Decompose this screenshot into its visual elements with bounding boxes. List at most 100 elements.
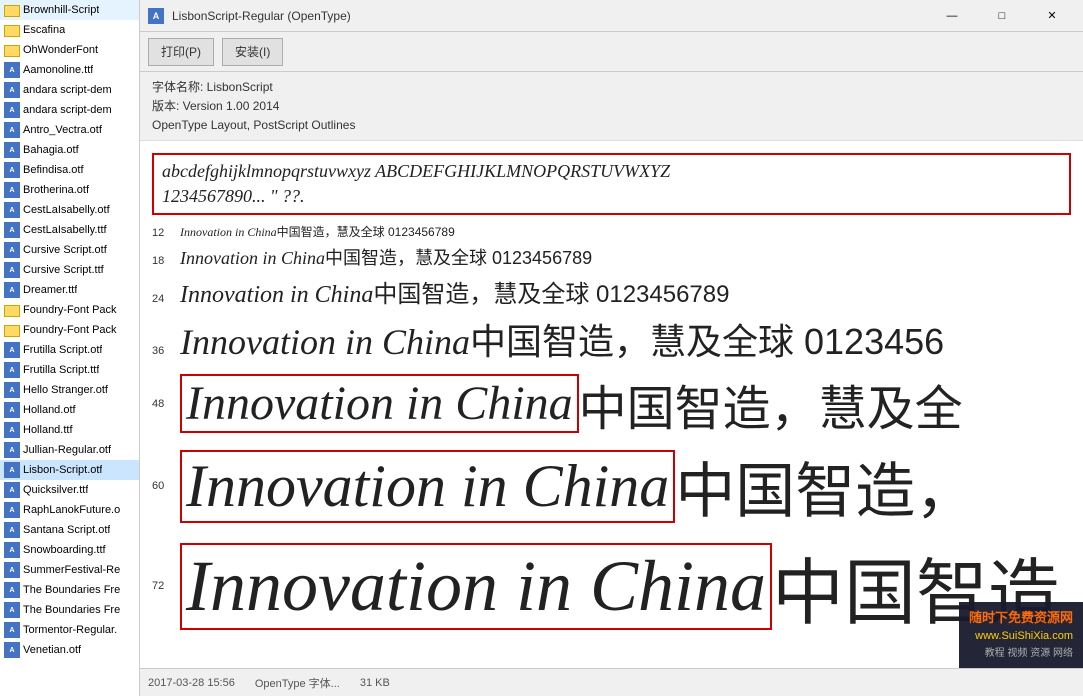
file-name: Santana Script.otf — [23, 524, 110, 536]
file-item[interactable]: AJullian-Regular.otf — [0, 440, 139, 460]
file-name: CestLaIsabelly.ttf — [23, 224, 107, 236]
otf-icon: A — [4, 602, 20, 618]
file-item[interactable]: ACestLaIsabelly.ttf — [0, 220, 139, 240]
preview-row-36: 36 Innovation in China 中国智造，慧及全球 0123456 — [140, 311, 1083, 367]
size-label-36: 36 — [152, 345, 180, 357]
file-name: Holland.otf — [23, 404, 76, 416]
file-item[interactable]: OhWonderFont — [0, 40, 139, 60]
file-item[interactable]: ACestLaIsabelly.otf — [0, 200, 139, 220]
preview-text-36: Innovation in China — [180, 321, 470, 363]
file-item[interactable]: ALisbon-Script.otf — [0, 460, 139, 480]
file-item[interactable]: Brownhill-Script — [0, 0, 139, 20]
otf-icon: A — [4, 522, 20, 538]
otf-icon: A — [4, 342, 20, 358]
file-item[interactable]: AThe Boundaries Fre — [0, 580, 139, 600]
ttf-icon: A — [4, 62, 20, 78]
file-item[interactable]: ACursive Script.ttf — [0, 260, 139, 280]
file-name: Holland.ttf — [23, 424, 73, 436]
minimize-button[interactable]: — — [929, 6, 975, 26]
otf-icon: A — [4, 462, 20, 478]
preview-row-48: 48 Innovation in China 中国智造，慧及全 — [140, 367, 1083, 441]
bottom-bar: 2017-03-28 15:56 OpenType 字体... 31 KB — [140, 668, 1083, 696]
file-item[interactable]: ARaphLanokFuture.o — [0, 500, 139, 520]
file-item[interactable]: Aandara script-dem — [0, 80, 139, 100]
file-item[interactable]: ABrotherina.otf — [0, 180, 139, 200]
title-bar: A LisbonScript-Regular (OpenType) — □ ✕ — [140, 0, 1083, 32]
otf-icon: A — [4, 142, 20, 158]
preview-text-72: Innovation in China — [186, 546, 766, 626]
preview-text-18: Innovation in China — [180, 248, 325, 269]
preview-text-24: Innovation in China — [180, 282, 373, 309]
file-item[interactable]: AHolland.otf — [0, 400, 139, 420]
font-type: OpenType Layout, PostScript Outlines — [152, 116, 1071, 135]
file-name: Antro_Vectra.otf — [23, 124, 102, 136]
file-item[interactable]: ATormentor-Regular. — [0, 620, 139, 640]
file-item[interactable]: AFrutilla Script.ttf — [0, 360, 139, 380]
file-item[interactable]: ASantana Script.otf — [0, 520, 139, 540]
print-button[interactable]: 打印(P) — [148, 38, 214, 66]
file-name: Tormentor-Regular. — [23, 624, 117, 636]
file-item[interactable]: ABahagia.otf — [0, 140, 139, 160]
otf-icon: A — [4, 502, 20, 518]
sample-preview-box: abcdefghijklmnopqrstuvwxyz ABCDEFGHIJKLM… — [152, 153, 1071, 215]
right-panel: A LisbonScript-Regular (OpenType) — □ ✕ … — [140, 0, 1083, 696]
preview-cn-48: 中国智造，慧及全 — [579, 369, 963, 439]
folder-icon — [4, 25, 20, 37]
otf-icon: A — [4, 402, 20, 418]
file-name: Quicksilver.ttf — [23, 484, 88, 496]
close-button[interactable]: ✕ — [1029, 6, 1075, 26]
preview-row-24: 24 Innovation in China 中国智造，慧及全球 0123456… — [140, 272, 1083, 311]
file-list[interactable]: Brownhill-ScriptEscafinaOhWonderFontAAam… — [0, 0, 140, 696]
folder-icon — [4, 325, 20, 337]
font-info: 字体名称: LisbonScript 版本: Version 1.00 2014… — [140, 72, 1083, 141]
file-name: The Boundaries Fre — [23, 584, 120, 596]
file-item[interactable]: Aandara script-dem — [0, 100, 139, 120]
file-name: RaphLanokFuture.o — [23, 504, 120, 516]
file-item[interactable]: AAamonoline.ttf — [0, 60, 139, 80]
preview-row-12: 12 Innovation in China 中国智造，慧及全球 0123456… — [140, 221, 1083, 242]
file-item[interactable]: ABefindisa.otf — [0, 160, 139, 180]
otf-icon: A — [4, 642, 20, 658]
file-item[interactable]: Escafina — [0, 20, 139, 40]
file-name: Bahagia.otf — [23, 144, 79, 156]
file-item[interactable]: AThe Boundaries Fre — [0, 600, 139, 620]
file-name: Foundry-Font Pack — [23, 324, 117, 336]
otf-icon: A — [4, 162, 20, 178]
folder-icon — [4, 5, 20, 17]
preview-box-72: Innovation in China — [180, 543, 772, 630]
font-name: 字体名称: LisbonScript — [152, 78, 1071, 97]
ttf-icon: A — [4, 262, 20, 278]
install-button[interactable]: 安装(I) — [222, 38, 283, 66]
sample-text-line1: abcdefghijklmnopqrstuvwxyz ABCDEFGHIJKLM… — [162, 159, 1061, 184]
file-item[interactable]: ADreamer.ttf — [0, 280, 139, 300]
file-name: Snowboarding.ttf — [23, 544, 106, 556]
file-item[interactable]: AHello Stranger.otf — [0, 380, 139, 400]
file-item[interactable]: AAntro_Vectra.otf — [0, 120, 139, 140]
file-item[interactable]: ASummerFestival-Re — [0, 560, 139, 580]
otf-icon: A — [4, 122, 20, 138]
file-item[interactable]: ASnowboarding.ttf — [0, 540, 139, 560]
file-item[interactable]: AFrutilla Script.otf — [0, 340, 139, 360]
preview-cn-60: 中国智造， — [675, 443, 975, 530]
ttf-icon: A — [4, 102, 20, 118]
file-item[interactable]: AQuicksilver.ttf — [0, 480, 139, 500]
file-name: The Boundaries Fre — [23, 604, 120, 616]
file-item[interactable]: ACursive Script.otf — [0, 240, 139, 260]
file-item[interactable]: AHolland.ttf — [0, 420, 139, 440]
otf-icon: A — [4, 242, 20, 258]
watermark-title: 随时下免费资源网 — [969, 608, 1073, 629]
preview-row-72: 72 Innovation in China 中国智造 — [140, 532, 1083, 641]
file-name: Brotherina.otf — [23, 184, 89, 196]
file-item[interactable]: Foundry-Font Pack — [0, 320, 139, 340]
file-item[interactable]: Foundry-Font Pack — [0, 300, 139, 320]
preview-cn-18: 中国智造，慧及全球 0123456789 — [325, 244, 592, 270]
size-label-18: 18 — [152, 255, 180, 267]
file-item[interactable]: AVenetian.otf — [0, 640, 139, 660]
ttf-icon: A — [4, 222, 20, 238]
file-name: Frutilla Script.ttf — [23, 364, 99, 376]
maximize-button[interactable]: □ — [979, 6, 1025, 26]
file-name: Jullian-Regular.otf — [23, 444, 111, 456]
file-name: Dreamer.ttf — [23, 284, 77, 296]
otf-icon: A — [4, 182, 20, 198]
otf-icon: A — [4, 82, 20, 98]
